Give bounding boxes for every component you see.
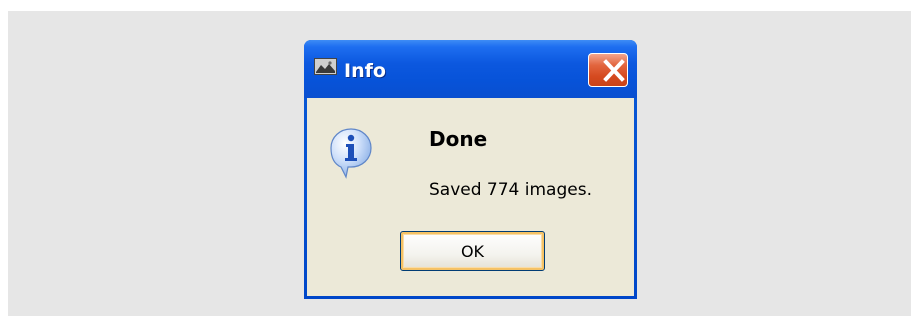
ok-button[interactable]: OK <box>400 231 545 271</box>
dialog-title: Info <box>344 60 386 82</box>
dialog-content: Done Saved 774 images. OK <box>307 98 634 296</box>
dialog-message: Saved 774 images. <box>429 180 592 200</box>
info-icon <box>329 127 373 181</box>
info-dialog: Info Done Saved 774 images. OK <box>304 40 637 299</box>
close-button[interactable] <box>588 53 628 87</box>
title-bar[interactable]: Info <box>304 40 637 98</box>
dialog-heading: Done <box>429 127 488 151</box>
app-image-icon <box>314 58 337 75</box>
close-icon <box>603 59 625 82</box>
